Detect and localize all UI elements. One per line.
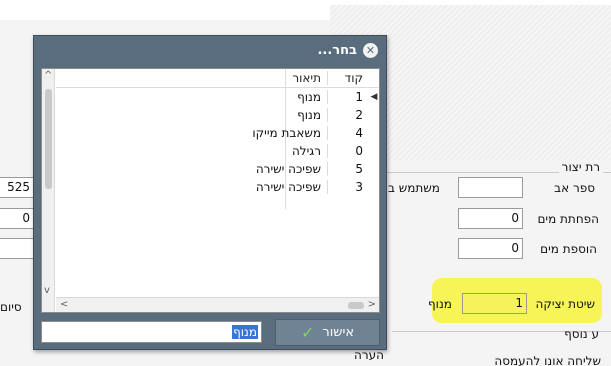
dialog-titlebar: ✕ בחר...	[317, 40, 378, 60]
row-description: שפיכה ישירה	[255, 180, 321, 194]
table-row[interactable]: 5 שפיכה ישירה	[56, 160, 379, 178]
father-number-field[interactable]	[458, 177, 523, 198]
column-header-code[interactable]: קוד	[327, 71, 369, 85]
groupbox-title: רת יצור	[558, 160, 603, 174]
table-row[interactable]: 4 משאבת מייקו	[56, 124, 379, 142]
vertical-scrollbar[interactable]: ^ v	[42, 69, 55, 312]
scrollbar-thumb[interactable]	[348, 302, 364, 309]
dialog-title: בחר...	[317, 42, 357, 58]
row-code: 5	[327, 162, 369, 176]
send-to-load-label: שליחה אונו להעמסה	[494, 354, 601, 366]
user-label: משתמש ב	[388, 181, 440, 195]
water-reduction-field[interactable]: 0	[458, 208, 523, 229]
table-row[interactable]: 2 מנוף	[56, 106, 379, 124]
water-addition-field[interactable]: 0	[458, 238, 523, 259]
row-description: שפיכה ישירה	[255, 162, 321, 176]
left-field-1[interactable]: 525	[0, 177, 34, 198]
table-row[interactable]: 0 רגילה	[56, 142, 379, 160]
row-code: 1	[327, 90, 369, 104]
horizontal-scrollbar[interactable]: < >	[56, 297, 379, 312]
row-pointer-icon: ◀	[370, 92, 378, 102]
row-description: מנוף	[297, 90, 321, 104]
notes-label: הערה	[354, 348, 384, 362]
row-code: 2	[327, 108, 369, 122]
row-description: מנוף	[297, 108, 321, 122]
scroll-left-icon[interactable]: <	[60, 299, 68, 310]
row-code: 4	[327, 126, 369, 140]
water-reduction-label: הפחתת מים	[537, 212, 599, 226]
ok-button[interactable]: אישור ✓	[275, 319, 380, 346]
column-header-description[interactable]: תיאור	[157, 71, 327, 85]
casting-method-label: שיטת יציקה	[535, 297, 595, 311]
close-icon[interactable]: ✕	[363, 42, 378, 58]
casting-method-code-field[interactable]: 1	[462, 293, 527, 314]
left-field-2[interactable]: 0	[0, 208, 34, 229]
casting-method-name: מנוף	[428, 297, 452, 311]
table-row[interactable]: ◀ 1 מנוף	[56, 88, 379, 106]
row-description: משאבת מייקו	[252, 126, 321, 140]
father-number-label: ספר אב	[554, 181, 595, 195]
ok-button-label: אישור	[322, 325, 355, 340]
scrollbar-thumb[interactable]	[45, 89, 52, 189]
table-row[interactable]: 3 שפיכה ישירה	[56, 178, 379, 196]
scroll-down-icon[interactable]: v	[44, 285, 50, 296]
left-field-3[interactable]	[0, 238, 34, 259]
row-code: 3	[327, 180, 369, 194]
options-grid: קוד תיאור ◀ 1 מנוף 2 מנוף 4 משאבת מייקו	[56, 69, 379, 196]
options-list[interactable]: ^ v קוד תיאור ◀ 1 מנוף 2 מנוף 4 משאבת מי…	[41, 68, 380, 313]
scroll-right-icon[interactable]: >	[368, 299, 376, 310]
filter-input[interactable]: מנוף	[41, 321, 262, 343]
select-dialog: ✕ בחר... ^ v קוד תיאור ◀ 1 מנוף 2 מנוף 4…	[33, 35, 387, 350]
end-label: סיום	[0, 300, 22, 314]
scroll-up-icon[interactable]: ^	[44, 70, 52, 81]
row-code: 0	[327, 144, 369, 158]
grid-header: קוד תיאור	[56, 69, 379, 88]
filter-selected-text: מנוף	[232, 325, 258, 339]
additional-label: ע נוסף	[564, 327, 599, 341]
checkmark-icon: ✓	[300, 323, 315, 342]
row-description: רגילה	[291, 144, 321, 158]
water-addition-label: הוספת מים	[540, 242, 597, 256]
